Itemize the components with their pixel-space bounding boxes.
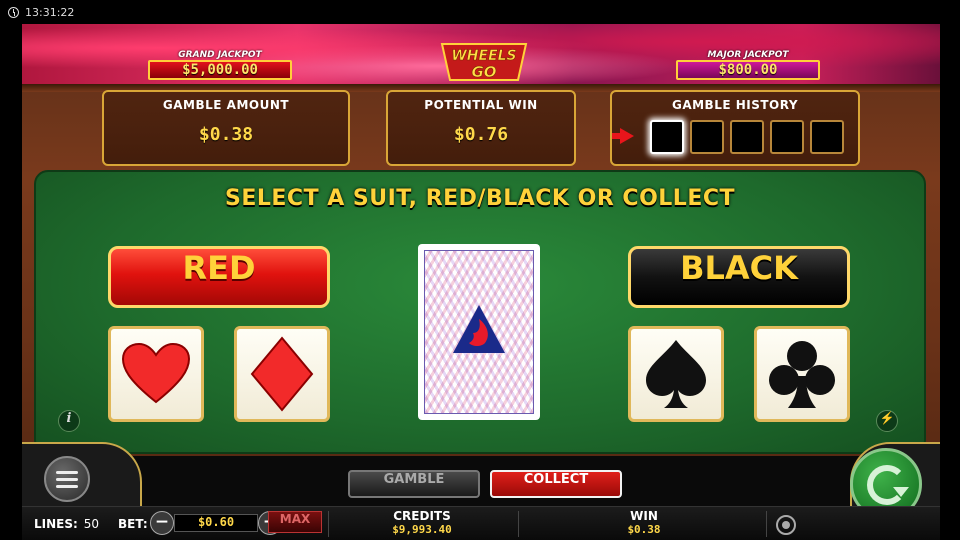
menu-icon	[56, 470, 78, 474]
gamble-amount-panel: GAMBLE AMOUNT $0.38	[102, 90, 350, 166]
club-icon	[769, 341, 835, 408]
history-slots	[650, 120, 844, 154]
bet-decrease-button[interactable]: −	[150, 511, 174, 535]
card-logo-icon	[453, 305, 505, 353]
credits-display: CREDITS $9,993.40	[352, 509, 492, 536]
system-status-bar: 13:31:22	[0, 0, 960, 24]
lines-value: 50	[83, 517, 100, 531]
history-slot	[770, 120, 804, 154]
history-slot	[730, 120, 764, 154]
gamble-instruction: SELECT A SUIT, RED/BLACK OR COLLECT	[225, 186, 735, 211]
wheels-go-logo: WHEELS GO	[440, 43, 528, 81]
gamble-amount-value: $0.38	[198, 124, 254, 145]
credits-label: CREDITS	[393, 509, 451, 523]
major-jackpot-label: MAJOR JACKPOT	[707, 50, 789, 60]
menu-icon	[56, 484, 78, 488]
clock-icon	[8, 6, 19, 18]
bet-label: BET:	[118, 517, 148, 531]
major-jackpot: MAJOR JACKPOT $800.00	[672, 50, 824, 82]
divider	[518, 511, 519, 537]
lines-display: LINES: 50	[34, 517, 99, 531]
gamble-amount-title: GAMBLE AMOUNT	[162, 98, 290, 112]
card-back-pattern	[424, 250, 534, 414]
lightning-icon[interactable]: ⚡	[876, 410, 898, 432]
diamond-suit-button[interactable]	[234, 326, 330, 422]
autoplay-icon[interactable]	[776, 515, 796, 535]
bottom-status-bar: LINES:50 BET: − $0.60 + MAX CREDITS $9,9…	[22, 506, 940, 540]
spade-suit-button[interactable]	[628, 326, 724, 422]
bet-value: $0.60	[174, 514, 258, 532]
face-down-card	[418, 244, 540, 420]
history-slot	[650, 120, 684, 154]
potential-win-value: $0.76	[453, 124, 509, 145]
grand-jackpot-value: $5,000.00	[148, 60, 292, 80]
history-slot	[690, 120, 724, 154]
gamble-table: SELECT A SUIT, RED/BLACK OR COLLECT RED …	[34, 170, 926, 454]
info-icon[interactable]: i	[58, 410, 80, 432]
history-arrow-icon	[612, 128, 634, 144]
grand-jackpot: GRAND JACKPOT $5,000.00	[144, 50, 296, 82]
history-slot	[810, 120, 844, 154]
menu-icon	[56, 477, 78, 481]
lines-label: LINES:	[34, 517, 78, 531]
grand-jackpot-label: GRAND JACKPOT	[178, 50, 262, 60]
red-button[interactable]: RED	[108, 246, 330, 308]
divider	[766, 511, 767, 537]
bottom-panel	[22, 456, 940, 506]
heart-suit-button[interactable]	[108, 326, 204, 422]
win-display: WIN $0.38	[574, 509, 714, 536]
club-suit-button[interactable]	[754, 326, 850, 422]
potential-win-panel: POTENTIAL WIN $0.76	[386, 90, 576, 166]
svg-text:GO: GO	[471, 63, 496, 81]
black-button[interactable]: BLACK	[628, 246, 850, 308]
major-jackpot-value: $800.00	[676, 60, 820, 80]
credits-value: $9,993.40	[392, 523, 452, 536]
max-bet-button[interactable]: MAX	[268, 511, 322, 533]
collect-button[interactable]: COLLECT	[490, 470, 622, 498]
gamble-history-panel: GAMBLE HISTORY	[610, 90, 860, 166]
divider	[328, 511, 329, 537]
win-value: $0.38	[627, 523, 661, 536]
heart-icon	[121, 342, 191, 404]
svg-text:WHEELS: WHEELS	[451, 48, 516, 64]
game-screen: GRAND JACKPOT $5,000.00 WHEELS GO MAJOR …	[22, 24, 940, 540]
potential-win-title: POTENTIAL WIN	[424, 98, 538, 112]
bottom-control-area: GAMBLE COLLECT LINES:50 BET: − $0.60 + M…	[22, 442, 940, 540]
win-label: WIN	[630, 509, 658, 523]
status-time: 13:31:22	[25, 5, 75, 19]
menu-button[interactable]	[44, 456, 90, 502]
diamond-icon	[250, 336, 314, 412]
spade-icon	[646, 340, 706, 408]
gamble-button[interactable]: GAMBLE	[348, 470, 480, 498]
spin-icon	[867, 465, 909, 505]
logo-lettering: WHEELS GO	[440, 43, 528, 81]
gamble-history-title: GAMBLE HISTORY	[671, 98, 799, 112]
